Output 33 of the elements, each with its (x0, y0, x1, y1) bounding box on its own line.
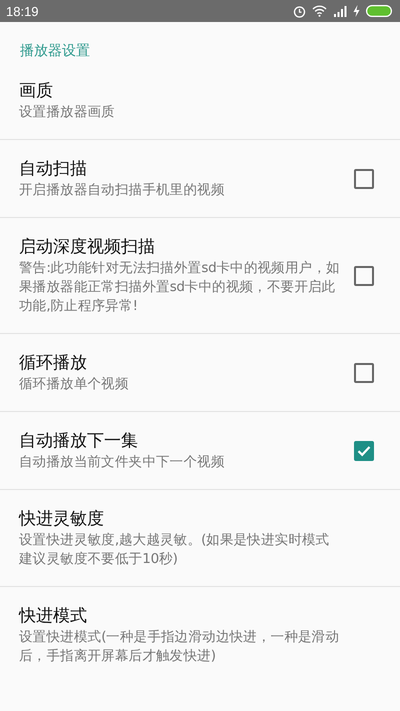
setting-summary: 开启播放器自动扫描手机里的视频 (19, 181, 226, 200)
setting-title: 快进模式 (19, 605, 88, 628)
check-icon (357, 444, 371, 456)
checkbox[interactable] (354, 266, 374, 286)
checkbox[interactable] (354, 440, 374, 460)
setting-summary: 设置快进模式(一种是手指边滑动边快进，一种是滑动后，手指离开屏幕后才触发快进) (19, 628, 340, 666)
setting-item[interactable]: 自动扫描 开启播放器自动扫描手机里的视频 (0, 139, 400, 217)
checkbox[interactable] (354, 168, 374, 188)
setting-item[interactable]: 快进灵敏度 设置快进灵敏度,越大越灵敏。(如果是快进实时模式建议灵敏度不要低于10秒) (0, 489, 400, 586)
setting-summary: 循环播放单个视频 (19, 375, 130, 394)
setting-title: 自动播放下一集 (19, 430, 139, 453)
setting-title: 循环播放 (19, 352, 88, 375)
status-time: 18:19 (6, 4, 39, 18)
setting-summary: 设置快进灵敏度,越大越灵敏。(如果是快进实时模式建议灵敏度不要低于10秒) (19, 531, 330, 569)
setting-summary: 警告:此功能针对无法扫描外置sd卡中的视频用户，如果播放器能正常扫描外置sd卡中的视频，不要开启此功能,防止程序异常! (19, 259, 341, 316)
setting-item[interactable]: 自动播放下一集 自动播放当前文件夹中下一个视频 (0, 411, 400, 489)
wifi-icon (312, 5, 327, 17)
setting-item[interactable]: 启动深度视频扫描 警告:此功能针对无法扫描外置sd卡中的视频用户，如果播放器能正常扫描外置sd卡中的视频，不要开启此功能,防止程序异常! (0, 217, 400, 333)
setting-item[interactable]: 快进模式 设置快进模式(一种是手指边滑动边快进，一种是滑动后，手指离开屏幕后才触发快进) (0, 586, 400, 683)
alarm-icon (293, 4, 306, 18)
setting-title: 快进灵敏度 (19, 508, 105, 531)
setting-title: 启动深度视频扫描 (19, 236, 156, 259)
battery-icon (366, 5, 392, 17)
section-title: 播放器设置 (19, 42, 91, 61)
setting-title: 画质 (19, 80, 54, 103)
setting-summary: 自动播放当前文件夹中下一个视频 (19, 453, 226, 472)
setting-item[interactable]: 画质 设置播放器画质 (0, 64, 400, 139)
setting-summary: 设置播放器画质 (19, 103, 116, 122)
setting-title: 自动扫描 (19, 158, 88, 181)
setting-item[interactable]: 循环播放 循环播放单个视频 (0, 333, 400, 411)
charging-icon (353, 5, 360, 17)
checkbox[interactable] (354, 362, 374, 382)
signal-icon (333, 6, 347, 16)
